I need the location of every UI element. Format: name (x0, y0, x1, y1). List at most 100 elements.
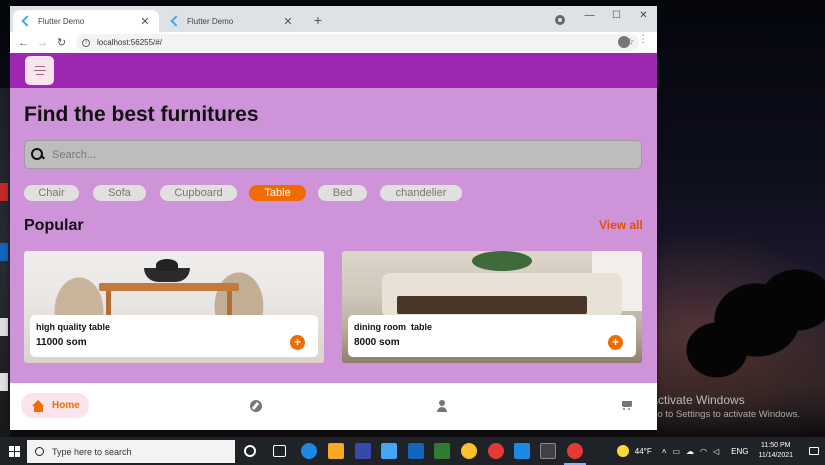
notification-icon (809, 447, 819, 455)
cart-icon[interactable] (621, 400, 633, 411)
taskbar-search[interactable]: Type here to search (27, 440, 235, 463)
flutter-logo-icon (170, 17, 179, 26)
chrome-active-icon[interactable] (567, 443, 583, 459)
activate-subtitle: Go to Settings to activate Windows. (650, 409, 800, 420)
activate-title: Activate Windows (650, 393, 745, 407)
system-tray: 44°F ˄ ▭ ☁ ◠ ◁ ENG 11:50 PM 11/14/2021 (616, 437, 825, 465)
url-text: localhost:56255/#/ (97, 38, 162, 47)
taskbar-search-placeholder: Type here to search (52, 446, 132, 457)
chrome-icon[interactable] (488, 443, 504, 459)
address-bar[interactable]: i localhost:56255/#/ ☆ (76, 34, 639, 51)
search-icon (31, 148, 44, 161)
start-button[interactable] (0, 437, 28, 465)
home-icon (32, 399, 45, 412)
product-price: 8000 som (354, 337, 400, 348)
product-name: dining room table (354, 322, 432, 332)
profile-avatar-icon[interactable] (618, 36, 630, 48)
terminal-icon[interactable] (540, 443, 556, 459)
browser-toolbar: ← → ↻ i localhost:56255/#/ ☆ (10, 32, 657, 53)
search-input[interactable] (52, 148, 612, 161)
maximize-button[interactable]: ☐ (603, 10, 630, 21)
nav-home-label: Home (52, 400, 80, 411)
clock[interactable]: 11:50 PM 11/14/2021 (758, 441, 793, 461)
network-icon[interactable]: ▭ (672, 447, 680, 456)
tray-chevron-icon[interactable]: ˄ (662, 447, 667, 456)
browser-window: Flutter Demo ✕ Flutter Demo ✕ + — ☐ ✕ ← … (10, 6, 657, 430)
tab-title: Flutter Demo (38, 16, 85, 26)
weather-icon[interactable] (616, 445, 629, 457)
notification-center-button[interactable] (803, 437, 825, 465)
tab-flutter-demo-active[interactable]: Flutter Demo ✕ (13, 10, 159, 32)
flutter-logo-icon (21, 17, 30, 26)
back-arrow-icon[interactable]: ← (14, 37, 33, 49)
tab-flutter-demo[interactable]: Flutter Demo ✕ (162, 10, 302, 32)
wifi-icon[interactable]: ◠ (700, 447, 707, 456)
file-explorer-icon[interactable] (328, 443, 344, 459)
windows-taskbar: Type here to search 44°F ˄ ▭ ☁ ◠ ◁ ENG 1… (0, 437, 825, 465)
window-controls: — ☐ ✕ (576, 6, 657, 24)
tab-close-icon[interactable]: ✕ (282, 15, 294, 28)
vscode-icon[interactable] (514, 443, 530, 459)
site-info-icon[interactable]: i (82, 38, 90, 47)
app-bar (10, 53, 657, 88)
view-all-link[interactable]: View all (599, 218, 643, 232)
desktop-left-edge (0, 88, 10, 437)
explore-icon[interactable] (250, 400, 262, 412)
mail-icon[interactable] (381, 443, 397, 459)
minimize-button[interactable]: — (576, 10, 603, 21)
category-chip-chair[interactable]: Chair (24, 185, 79, 201)
add-to-cart-button[interactable]: + (608, 335, 623, 350)
add-to-cart-button[interactable]: + (290, 335, 305, 350)
input-language[interactable]: ENG (731, 447, 748, 456)
store-icon[interactable] (355, 443, 371, 459)
product-info: high quality table 11000 som + (30, 315, 318, 357)
excel-icon[interactable] (434, 443, 450, 459)
cortana-icon[interactable] (244, 445, 256, 457)
person-icon[interactable] (436, 400, 448, 412)
task-view-icon[interactable] (273, 445, 286, 457)
nav-home[interactable]: Home (21, 393, 89, 418)
menu-button[interactable] (25, 56, 54, 85)
forward-arrow-icon[interactable]: → (33, 37, 52, 49)
browser-menu-icon[interactable]: ⋮ (638, 34, 648, 45)
weather-temperature[interactable]: 44°F (635, 447, 652, 456)
desktop-icon-fragment[interactable] (0, 318, 8, 336)
close-window-button[interactable]: ✕ (630, 10, 657, 21)
tab-strip: Flutter Demo ✕ Flutter Demo ✕ + — ☐ ✕ (10, 6, 657, 32)
reload-icon[interactable]: ↻ (52, 36, 71, 49)
product-card[interactable]: dining room table 8000 som + (342, 251, 642, 363)
menu-line (34, 66, 45, 67)
product-info: dining room table 8000 som + (348, 315, 636, 357)
activate-windows-watermark: Activate Windows Go to Settings to activ… (650, 393, 800, 420)
category-chip-sofa[interactable]: Sofa (93, 185, 146, 201)
tab-close-icon[interactable]: ✕ (139, 15, 151, 28)
page-title: Find the best furnitures (24, 103, 259, 126)
search-bar[interactable] (24, 140, 642, 169)
menu-line (33, 70, 46, 71)
clock-date: 11/14/2021 (758, 452, 793, 459)
category-chip-table[interactable]: Table (249, 185, 306, 201)
search-icon (35, 447, 44, 456)
desktop-icon-fragment[interactable] (0, 243, 8, 261)
volume-icon[interactable]: ◁ (713, 447, 719, 456)
product-card[interactable]: high quality table 11000 som + (24, 251, 324, 363)
desktop-icon-fragment[interactable] (0, 373, 8, 391)
chrome-canary-icon[interactable] (461, 443, 477, 459)
flutter-app: Find the best furnitures Chair Sofa Cupb… (10, 53, 657, 430)
new-tab-button[interactable]: + (310, 12, 326, 28)
category-chip-chandelier[interactable]: chandelier (380, 185, 462, 201)
menu-line (35, 74, 44, 75)
product-price: 11000 som (36, 337, 87, 348)
onedrive-icon[interactable]: ☁ (686, 447, 694, 456)
popular-heading: Popular (24, 217, 84, 234)
word-icon[interactable] (408, 443, 424, 459)
product-name: high quality table (36, 322, 111, 332)
category-chip-cupboard[interactable]: Cupboard (160, 185, 237, 201)
tab-title: Flutter Demo (187, 16, 234, 26)
desktop-icon-fragment[interactable] (0, 183, 8, 201)
edge-icon[interactable] (301, 443, 317, 459)
media-control-icon[interactable] (555, 15, 565, 25)
clock-time: 11:50 PM (761, 442, 791, 449)
category-chip-bed[interactable]: Bed (318, 185, 367, 201)
bottom-navigation: Home (10, 383, 657, 430)
